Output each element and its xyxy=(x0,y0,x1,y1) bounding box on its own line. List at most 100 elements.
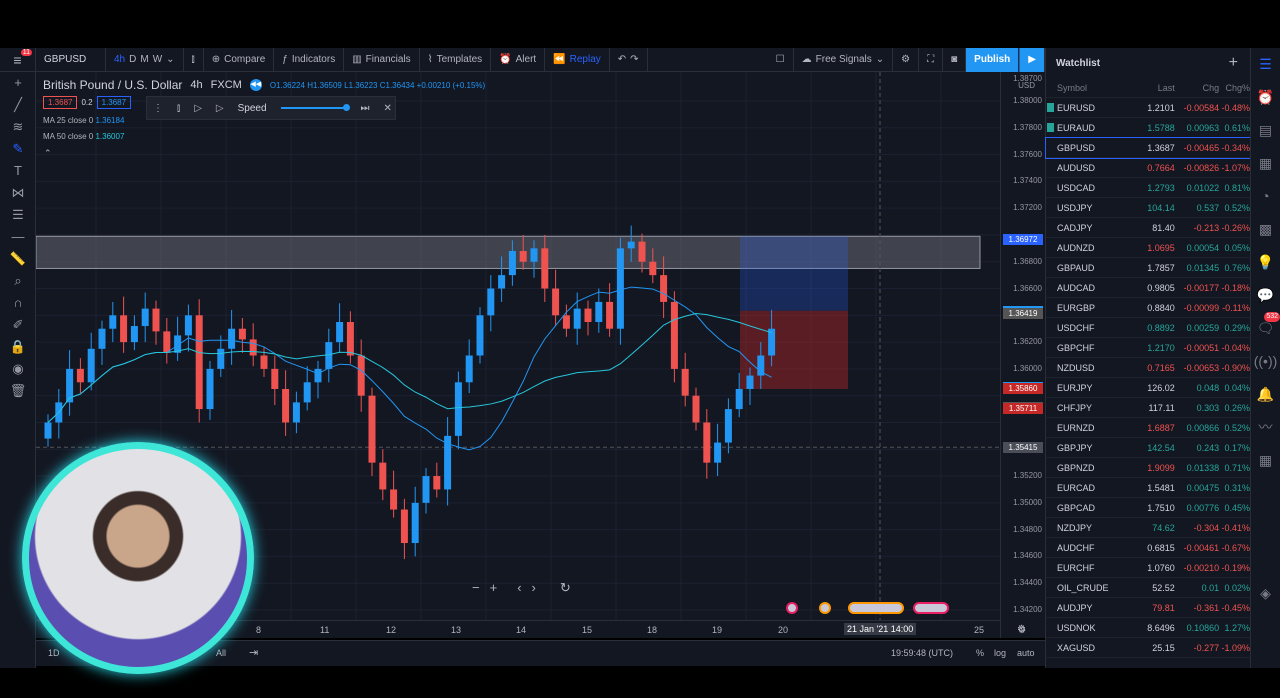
watchlist-row[interactable]: OIL_CRUDE 52.52 0.01 0.02% xyxy=(1046,578,1250,598)
step-end-icon[interactable]: ⏭ xyxy=(361,103,370,114)
col-chg[interactable]: Chg xyxy=(1175,83,1220,93)
trendline-icon[interactable]: ╱ xyxy=(0,94,36,116)
watchlist-row[interactable]: EURNZD 1.6887 0.00866 0.52% xyxy=(1046,418,1250,438)
free-signals-button[interactable]: ☁ Free Signals ⌄ xyxy=(794,47,894,72)
hotlist-icon[interactable]: ▦ xyxy=(1251,147,1280,180)
settings-icon[interactable]: ⚙ xyxy=(1018,625,1026,636)
replay-indicator-icon[interactable]: ◀◀ xyxy=(249,79,262,91)
menu-button[interactable]: ≡ 11 xyxy=(0,47,36,72)
publish-button[interactable]: Publish xyxy=(966,47,1020,72)
goto-date-icon[interactable]: ⇥ xyxy=(249,646,258,659)
buy-button[interactable]: 1.3687 xyxy=(96,96,132,109)
play-icon[interactable]: ▷ xyxy=(194,103,202,114)
zoom-icon[interactable]: ⌕ xyxy=(0,270,36,292)
range-all-button[interactable]: All xyxy=(216,648,226,658)
reset-chart-button[interactable]: ↻ xyxy=(560,580,571,596)
watchlist-row[interactable]: GBPCAD 1.7510 0.00776 0.45% xyxy=(1046,498,1250,518)
event-flag-icon[interactable] xyxy=(819,602,831,614)
lock-icon[interactable]: 🔒 xyxy=(0,336,36,358)
collapse-legend-icon[interactable]: ⌃ xyxy=(44,148,52,159)
calendar-icon[interactable]: ▩ xyxy=(1251,213,1280,246)
watchlist-row[interactable]: EURCHF 1.0760 -0.00210 -0.19% xyxy=(1046,558,1250,578)
watchlist-row[interactable]: AUDJPY 79.81 -0.361 -0.45% xyxy=(1046,598,1250,618)
range-1d-button[interactable]: 1D xyxy=(48,648,60,658)
fib-icon[interactable]: ≋ xyxy=(0,116,36,138)
price-axis[interactable]: 1.38700 USD 1.38000 1.37800 1.37600 1.37400… xyxy=(1000,72,1045,638)
bell-icon[interactable]: 🔔 xyxy=(1251,378,1280,411)
watchlist-row[interactable]: GBPCHF 1.2170 -0.00051 -0.04% xyxy=(1046,338,1250,358)
drag-handle-icon[interactable]: ⋮ xyxy=(153,103,163,114)
sell-button[interactable]: 1.3687 xyxy=(43,96,78,109)
col-symbol[interactable]: Symbol xyxy=(1057,83,1117,93)
messages-icon[interactable]: 🗨 532 xyxy=(1251,312,1280,345)
chart-type-button[interactable]: ⫾ xyxy=(184,47,204,72)
eye-icon[interactable]: ◉ xyxy=(0,358,36,380)
auto-toggle[interactable]: auto xyxy=(1017,648,1035,658)
watchlist-row[interactable]: EURAUD 1.5788 0.00963 0.61% xyxy=(1046,118,1250,138)
watchlist-row[interactable]: AUDUSD 0.7664 -0.00826 -1.07% xyxy=(1046,158,1250,178)
speed-slider[interactable] xyxy=(280,104,350,111)
add-symbol-icon[interactable]: + xyxy=(1229,54,1238,72)
forward-icon[interactable]: ▷ xyxy=(216,103,224,114)
chevron-down-icon[interactable]: ⌄ xyxy=(166,54,174,65)
templates-button[interactable]: ⌇ Templates xyxy=(420,47,492,72)
financials-button[interactable]: ▥ Financials xyxy=(344,47,420,72)
chat-icon[interactable]: 💬 xyxy=(1251,279,1280,312)
interval-4h[interactable]: 4h xyxy=(114,54,125,65)
watchlist-row[interactable]: AUDCHF 0.6815 -0.00461 -0.67% xyxy=(1046,538,1250,558)
col-last[interactable]: Last xyxy=(1117,83,1175,93)
grid-icon[interactable]: ▦ xyxy=(1251,444,1280,477)
symbol-search[interactable]: GBPUSD xyxy=(36,47,106,72)
brush-icon[interactable]: ✎ xyxy=(0,138,36,160)
event-flag-icon[interactable] xyxy=(848,602,904,614)
lightbulb-icon[interactable]: 💡 xyxy=(1251,246,1280,279)
zoom-in-button[interactable]: + xyxy=(490,580,498,596)
interval-w[interactable]: W xyxy=(153,54,162,65)
watchlist-row[interactable]: USDCHF 0.8892 0.00259 0.29% xyxy=(1046,318,1250,338)
event-flag-icon[interactable] xyxy=(913,602,949,614)
interval-d[interactable]: D xyxy=(129,54,136,65)
close-icon[interactable]: ✕ xyxy=(384,103,392,114)
news-icon[interactable]: ▤ xyxy=(1251,114,1280,147)
publish-play-button[interactable]: ▶ xyxy=(1019,47,1045,72)
clock-icon[interactable]: ◔ xyxy=(1251,180,1280,213)
select-bar-icon[interactable]: ⫾ xyxy=(177,103,180,114)
prediction-icon[interactable]: ☰ xyxy=(0,204,36,226)
watchlist-row[interactable]: XAGUSD 25.15 -0.277 -1.09% xyxy=(1046,638,1250,658)
watchlist-title[interactable]: Watchlist xyxy=(1056,58,1100,69)
watchlist-row[interactable]: EURGBP 0.8840 -0.00099 -0.11% xyxy=(1046,298,1250,318)
redo-icon[interactable]: ↷ xyxy=(630,54,638,65)
log-toggle[interactable]: log xyxy=(994,648,1006,658)
trend-icon[interactable]: 〰 xyxy=(1251,411,1280,444)
watchlist-row[interactable]: GBPJPY 142.54 0.243 0.17% xyxy=(1046,438,1250,458)
watchlist-row[interactable]: CHFJPY 117.11 0.303 0.26% xyxy=(1046,398,1250,418)
percent-toggle[interactable]: % xyxy=(976,648,984,658)
crosshair-icon[interactable]: + xyxy=(0,72,36,94)
replay-button[interactable]: ⏪ Replay xyxy=(545,47,610,72)
watchlist-row[interactable]: AUDCAD 0.9805 -0.00177 -0.18% xyxy=(1046,278,1250,298)
scroll-right-button[interactable]: › xyxy=(532,580,536,596)
undo-icon[interactable]: ↶ xyxy=(618,54,626,65)
trash-icon[interactable]: 🗑 xyxy=(0,380,36,402)
col-chgpct[interactable]: Chg% xyxy=(1219,83,1250,93)
watchlist-row[interactable]: USDCAD 1.2793 0.01022 0.81% xyxy=(1046,178,1250,198)
broadcast-icon[interactable]: ((•)) xyxy=(1251,345,1280,378)
zoom-out-button[interactable]: − xyxy=(472,580,480,596)
scroll-left-button[interactable]: ‹ xyxy=(517,580,521,596)
settings-button[interactable]: ⚙ xyxy=(893,47,920,72)
indicators-button[interactable]: ƒ Indicators xyxy=(274,47,345,72)
magnet-icon[interactable]: ∩ xyxy=(0,292,36,314)
watchlist-row[interactable]: GBPUSD 1.3687 -0.00465 -0.34% xyxy=(1045,137,1251,159)
watchlist-row[interactable]: NZDUSD 0.7165 -0.00653 -0.90% xyxy=(1046,358,1250,378)
text-icon[interactable]: T xyxy=(0,160,36,182)
watchlist-icon[interactable]: ☰ xyxy=(1251,48,1280,81)
clock[interactable]: 19:59:48 (UTC) xyxy=(891,648,953,658)
pattern-icon[interactable]: ⋈ xyxy=(0,182,36,204)
watchlist-row[interactable]: AUDNZD 1.0695 0.00054 0.05% xyxy=(1046,238,1250,258)
event-flag-icon[interactable] xyxy=(786,602,798,614)
watchlist-row[interactable]: GBPNZD 1.9099 0.01338 0.71% xyxy=(1046,458,1250,478)
watchlist-row[interactable]: EURJPY 126.02 0.048 0.04% xyxy=(1046,378,1250,398)
watchlist-row[interactable]: CADJPY 81.40 -0.213 -0.26% xyxy=(1046,218,1250,238)
fullscreen-button[interactable]: ⛶ xyxy=(919,47,944,72)
watchlist-row[interactable]: USDJPY 104.14 0.537 0.52% xyxy=(1046,198,1250,218)
